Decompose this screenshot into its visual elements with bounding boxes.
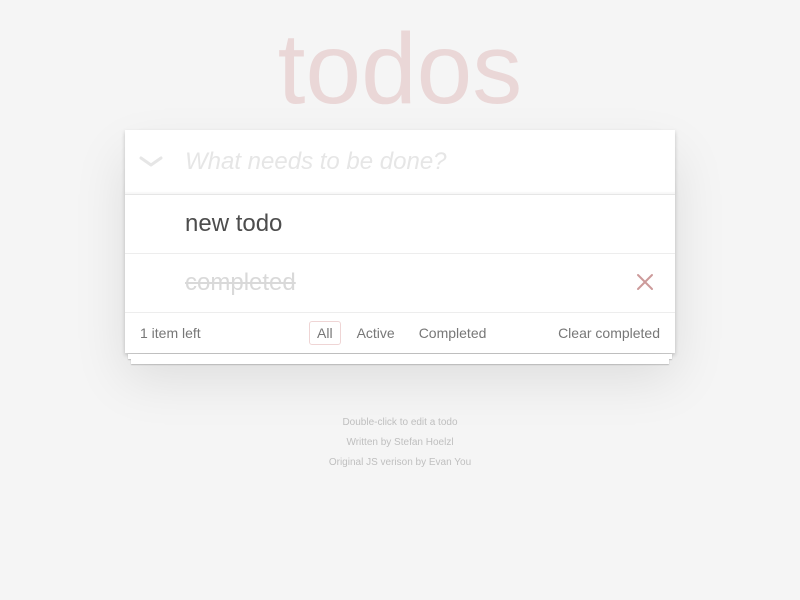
todo-toggle[interactable]	[125, 254, 177, 312]
new-todo-row	[125, 130, 675, 195]
new-todo-input[interactable]	[185, 130, 655, 194]
close-icon	[637, 274, 653, 290]
todo-label[interactable]: completed	[185, 254, 296, 312]
filter-tabs: All Active Completed	[305, 321, 498, 345]
chevron-down-icon	[139, 156, 163, 167]
items-left-count: 1 item left	[140, 325, 201, 341]
filter-completed[interactable]: Completed	[411, 321, 495, 345]
info-footer: Double-click to edit a todo Written by S…	[0, 413, 800, 473]
toggle-all-button[interactable]	[125, 130, 177, 194]
todo-label[interactable]: new todo	[185, 195, 282, 253]
todo-footer: 1 item left All Active Completed Clear c…	[125, 313, 675, 353]
clear-completed-button[interactable]: Clear completed	[558, 313, 660, 353]
todo-list: new todo completed	[125, 195, 675, 313]
edit-hint: Double-click to edit a todo	[342, 417, 458, 428]
todo-toggle[interactable]	[125, 195, 177, 253]
written-by: Written by Stefan Hoelzl	[346, 437, 454, 448]
todo-item[interactable]: new todo	[125, 195, 675, 254]
filter-active[interactable]: Active	[349, 321, 403, 345]
filter-all[interactable]: All	[309, 321, 341, 345]
original-by: Original JS verison by Evan You	[328, 457, 472, 468]
todo-app: new todo completed 1 item left All Activ…	[125, 130, 675, 353]
stack-shadow	[131, 359, 669, 364]
app-title: todos	[277, 13, 523, 125]
todo-item-completed[interactable]: completed	[125, 254, 675, 313]
destroy-button[interactable]	[633, 270, 657, 294]
